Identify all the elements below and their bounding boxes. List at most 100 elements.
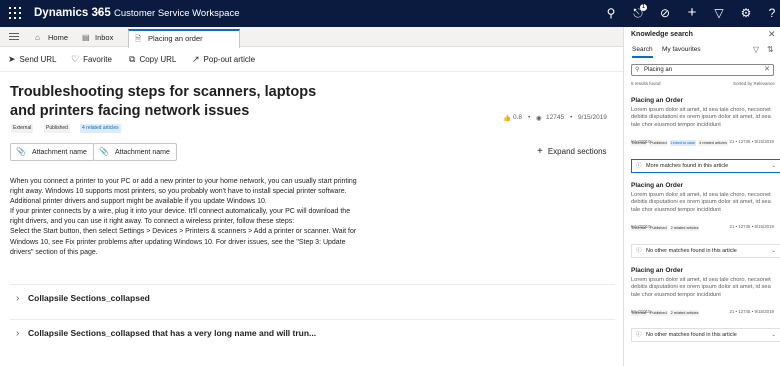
plus-icon: + [537, 146, 543, 157]
more-matches-button[interactable]: ⓘ More matches found in this article ⌄ [631, 159, 780, 173]
clear-search-icon[interactable]: ✕ [764, 65, 770, 75]
plus-icon[interactable]: + [684, 5, 700, 21]
sort-label[interactable]: Sorted by Relevance [733, 81, 775, 86]
chevron-down-icon[interactable]: ⌄ [95, 6, 103, 17]
article-toolbar: ➤ Send URL ♡ Favorite ⧉ Copy URL ↗ Pop-out a… [0, 48, 623, 72]
body-line: drivers" section of this page. [10, 248, 98, 256]
chevron-down-icon: ⌄ [771, 248, 776, 254]
panel-title: Knowledge search [631, 31, 693, 38]
popout-icon: ↗ [192, 54, 200, 64]
search-value: Placing an [644, 67, 673, 73]
body-line: If your printer connects by a wire, plug… [10, 208, 351, 216]
paperclip-icon: 📎 [99, 147, 109, 156]
notification-badge: 1 [640, 4, 647, 11]
sort-icon[interactable]: ⇅ [767, 45, 774, 54]
result-footer: KA-01010 21 • 12745 • 9/15/2019 [631, 139, 774, 146]
result-snippet: Lorem ipsum dolor sit amet, id sea tale … [631, 192, 771, 213]
more-matches-button[interactable]: ⓘ No other matches found in this article ⌄ [631, 328, 780, 342]
more-matches-label: No other matches found in this article [646, 332, 737, 338]
info-icon: ⓘ [636, 332, 642, 338]
result-id: KA-01010 [631, 223, 651, 229]
favorite-button[interactable]: ♡ Favorite [71, 54, 112, 65]
body-line: Windows 10, see Fix printer problems aft… [10, 238, 346, 246]
gear-icon[interactable]: ⚙ [738, 5, 754, 21]
tab-placing-an-order[interactable]: 🗎 Placing an order [128, 29, 240, 48]
tab-home-label: Home [48, 33, 69, 42]
body-line: right drivers, and you can use it right … [10, 218, 295, 226]
close-icon[interactable]: ✕ [768, 29, 776, 40]
copy-icon: ⧉ [129, 54, 136, 64]
send-url-button[interactable]: ➤ Send URL [8, 54, 56, 65]
section-title: Collapsile Sections_collapsed [28, 293, 150, 303]
tab-search[interactable]: Search [632, 46, 653, 58]
result-id: KA-01010 [631, 138, 651, 144]
result-stats: 21 • 12745 • 9/15/2019 [729, 308, 774, 314]
attachment-label: Attachment name [31, 149, 87, 156]
like-icon[interactable]: 👍 [503, 114, 511, 122]
search-icon[interactable]: ⚲ [603, 5, 619, 21]
results-count: 5 results found [631, 81, 661, 86]
search-icon: ⚲ [635, 67, 640, 73]
waffle-icon[interactable] [9, 7, 21, 19]
section-title: Collapsile Sections_collapsed that has a… [28, 328, 317, 338]
collapsible-section[interactable]: › Collapsile Sections_collapsed [10, 284, 615, 310]
result-title[interactable]: Placing an Order [631, 267, 774, 274]
tab-active-label: Placing an order [148, 34, 203, 43]
search-result-card[interactable]: Placing an Order Lorem ipsum dolor sit a… [631, 267, 774, 316]
result-stats: 21 • 12745 • 9/15/2019 [729, 138, 774, 144]
info-icon: ⓘ [636, 248, 642, 254]
workspace-name: Customer Service Workspace [114, 8, 240, 19]
heart-icon: ♡ [71, 54, 80, 64]
expand-sections-label: Expand sections [547, 147, 607, 156]
tag-published: Published [44, 124, 70, 133]
chevron-down-icon: ⌄ [771, 332, 776, 338]
knowledge-search-panel: Knowledge search ✕ Search My favourites … [623, 27, 780, 366]
rating-value: 0.8 [513, 114, 523, 121]
chevron-down-icon: ⌄ [771, 163, 776, 169]
collapsible-section[interactable]: › Collapsile Sections_collapsed that has … [10, 319, 615, 345]
body-line: Select the Start button, then select Set… [10, 228, 357, 236]
top-navigation-bar: Dynamics 365 ⌄ Customer Service Workspac… [0, 0, 780, 27]
result-title[interactable]: Placing an Order [631, 97, 774, 104]
chevron-right-icon: › [16, 328, 20, 339]
result-footer: KA-01010 21 • 12745 • 9/15/2019 [631, 309, 774, 316]
search-result-card[interactable]: Placing an Order Lorem ipsum dolor sit a… [631, 182, 774, 231]
separator-dot: • [570, 114, 573, 121]
popout-article-button[interactable]: ↗ Pop-out article [192, 54, 255, 65]
session-tab-bar: ⌂ Home ▤ Inbox 🗎 Placing an order [0, 27, 623, 48]
copy-url-button[interactable]: ⧉ Copy URL [129, 54, 176, 65]
expand-sections-button[interactable]: + Expand sections [537, 146, 607, 157]
more-matches-label: No other matches found in this article [646, 248, 737, 254]
hamburger-icon[interactable] [9, 33, 19, 40]
views-count: 12745 [546, 114, 565, 121]
search-result-card[interactable]: Placing an Order Lorem ipsum dolor sit a… [631, 97, 774, 146]
attachment-button[interactable]: 📎 Attachment name [93, 143, 177, 161]
lightbulb-icon[interactable]: ⊘ [657, 5, 673, 21]
result-footer: KA-01010 21 • 12745 • 9/15/2019 [631, 224, 774, 231]
article-title: Troubleshooting steps for scanners, lapt… [10, 84, 317, 119]
tag-related-articles[interactable]: 4 related articles [80, 124, 121, 133]
info-icon: ⓘ [636, 163, 642, 169]
tab-home[interactable]: ⌂ Home [35, 30, 68, 45]
filter-icon[interactable]: ▽ [711, 5, 727, 21]
tab-inbox[interactable]: ▤ Inbox [82, 30, 113, 45]
tag-external: External [11, 124, 34, 133]
more-matches-button[interactable]: ⓘ No other matches found in this article ⌄ [631, 244, 780, 258]
send-icon: ➤ [8, 54, 16, 64]
result-title[interactable]: Placing an Order [631, 182, 774, 189]
result-tags: External Published 2 related articles [631, 301, 774, 316]
inbox-icon: ▤ [82, 33, 90, 42]
help-icon[interactable]: ? [764, 5, 780, 21]
knowledge-search-input[interactable]: ⚲ Placing an ✕ [631, 64, 774, 76]
attachment-button[interactable]: 📎 Attachment name [10, 143, 94, 161]
result-tags: External Published Linked to case 4 related… [631, 131, 774, 146]
filter-icon[interactable]: ▽ [753, 45, 759, 54]
result-tags: External Published 2 related articles [631, 216, 774, 231]
tab-my-favourites[interactable]: My favourites [662, 46, 701, 53]
tab-inbox-label: Inbox [95, 33, 114, 42]
send-url-label: Send URL [19, 55, 57, 64]
attachment-label: Attachment name [114, 149, 170, 156]
result-stats: 21 • 12745 • 9/15/2019 [729, 223, 774, 229]
body-line: Additional printer drivers and support m… [10, 198, 267, 206]
more-matches-label: More matches found in this article [646, 163, 729, 169]
